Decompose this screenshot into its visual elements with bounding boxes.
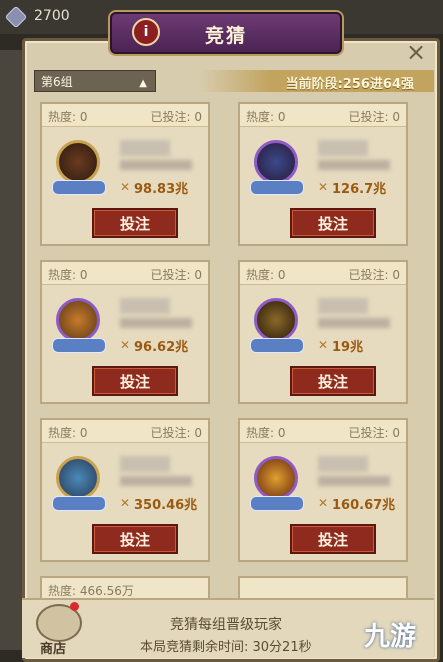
bet-count: 已投注: 0 [348,426,401,440]
bet-count: 已投注: 0 [150,110,203,124]
player-guild-blurred [120,476,192,486]
level-badge [52,496,106,511]
bet-count: 已投注: 0 [150,426,203,440]
card-header: 热度: 0 已投注: 0 [240,262,406,285]
bet-button[interactable]: 投注 [92,366,178,396]
player-guild-blurred [318,318,390,328]
crossed-swords-icon: ✕ [318,180,329,194]
player-name-blurred [318,298,368,314]
bet-button[interactable]: 投注 [290,366,376,396]
card-header: 热度: 0 已投注: 0 [240,104,406,127]
card-header: 热度: 0 已投注: 0 [42,262,208,285]
player-guild-blurred [120,160,192,170]
group-dropdown-label: 第6组 [41,75,73,89]
crossed-swords-icon: ✕ [120,338,131,352]
heat-value: 热度: 0 [48,110,88,124]
player-card: 热度: 0 已投注: 0 ✕ 126.7兆 投注 [238,102,408,246]
gem-icon [4,5,28,29]
bet-count: 已投注: 0 [348,268,401,282]
watermark-logo: 九游 [364,622,417,652]
heat-value: 热度: 0 [246,426,286,440]
player-card-partial [238,576,408,601]
crossed-swords-icon: ✕ [318,338,329,352]
crossed-swords-icon: ✕ [318,496,329,510]
player-card-partial: 热度: 466.56万 [40,576,210,601]
level-badge [250,496,304,511]
player-avatar [56,456,100,500]
player-name-blurred [318,140,368,156]
bet-button[interactable]: 投注 [92,524,178,554]
heat-value: 热度: 0 [48,426,88,440]
notification-dot [70,602,79,611]
bet-button[interactable]: 投注 [290,208,376,238]
power-value: 96.62兆 [134,340,189,355]
power-value: 98.83兆 [134,182,189,197]
chevron-up-icon: ▲ [139,78,147,89]
stage-banner: 当前阶段:256进64强 [200,70,434,92]
heat-value: 热度: 0 [48,268,88,282]
group-dropdown[interactable]: 第6组 ▲ [34,70,156,92]
shop-button-label[interactable]: 商店 [40,638,66,657]
player-avatar [56,140,100,184]
crossed-swords-icon: ✕ [120,180,131,194]
player-avatar [56,298,100,342]
player-guild-blurred [318,476,390,486]
player-card: 热度: 0 已投注: 0 ✕ 19兆 投注 [238,260,408,404]
heat-value: 热度: 0 [246,110,286,124]
remaining-time: 本局竞猜剩余时间: 30分21秒 [140,640,312,655]
power-value: 126.7兆 [332,182,387,197]
crossed-swords-icon: ✕ [120,496,131,510]
level-badge [52,338,106,353]
player-card: 热度: 0 已投注: 0 ✕ 96.62兆 投注 [40,260,210,404]
player-card: 热度: 0 已投注: 0 ✕ 350.46兆 投注 [40,418,210,562]
player-card: 热度: 0 已投注: 0 ✕ 160.67兆 投注 [238,418,408,562]
card-header: 热度: 0 已投注: 0 [240,420,406,443]
level-badge [52,180,106,195]
player-guild-blurred [318,160,390,170]
info-button[interactable]: i [132,18,160,46]
power-value: 160.67兆 [332,498,396,513]
player-avatar [254,298,298,342]
power-value: 19兆 [332,340,364,355]
bet-count: 已投注: 0 [348,110,401,124]
bet-count: 已投注: 0 [150,268,203,282]
card-header: 热度: 0 已投注: 0 [42,420,208,443]
currency-amount: 2700 [34,8,70,24]
player-name-blurred [120,140,170,156]
player-name-blurred [120,298,170,314]
level-badge [250,338,304,353]
power-value: 350.46兆 [134,498,198,513]
stage-text: 当前阶段:256进64强 [285,77,414,92]
bottom-bar: 商店 竞猜每组晋级玩家 本局竞猜剩余时间: 30分21秒 九游 [22,598,434,658]
bet-button[interactable]: 投注 [290,524,376,554]
background-strip [0,50,22,650]
player-guild-blurred [120,318,192,328]
heat-value: 热度: 0 [246,268,286,282]
player-name-blurred [120,456,170,472]
player-name-blurred [318,456,368,472]
close-button[interactable]: × [404,40,428,64]
bet-button[interactable]: 投注 [92,208,178,238]
level-badge [250,180,304,195]
card-header: 热度: 0 已投注: 0 [42,104,208,127]
player-card: 热度: 0 已投注: 0 ✕ 98.83兆 投注 [40,102,210,246]
heat-value: 热度: 466.56万 [48,584,134,598]
player-avatar [254,456,298,500]
promotion-info: 竞猜每组晋级玩家 [170,617,282,633]
player-avatar [254,140,298,184]
